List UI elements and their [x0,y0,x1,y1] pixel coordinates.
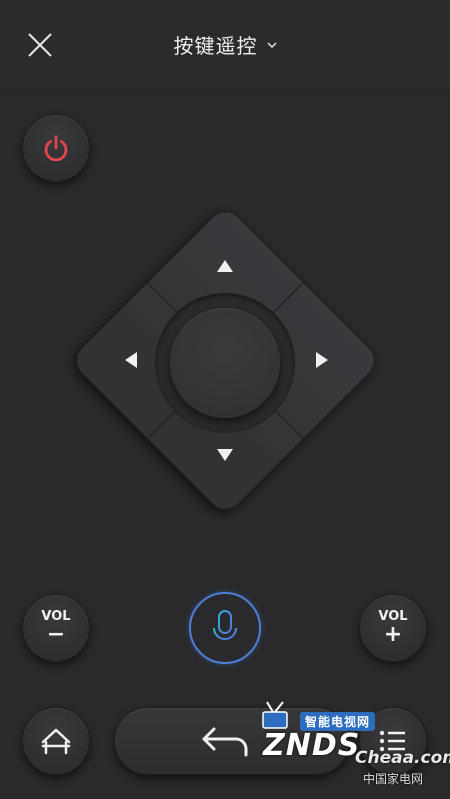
arrow-left-icon [125,352,137,368]
mode-selector[interactable]: 按键遥控 [0,30,450,59]
power-icon [44,135,68,162]
menu-icon [379,730,405,752]
direction-pad [63,198,388,523]
dpad-up-button[interactable] [175,218,275,298]
microphone-icon [213,610,237,644]
app-header: 按键遥控 [0,0,450,90]
page-title: 按键遥控 [173,34,258,58]
plus-icon: + [383,622,403,647]
back-arrow-icon [202,727,248,757]
menu-button[interactable] [359,707,427,775]
home-icon [41,728,71,755]
voice-button[interactable] [189,592,261,664]
ok-button[interactable] [170,308,280,418]
arrow-down-icon [217,449,233,461]
power-button[interactable] [22,114,90,182]
home-button[interactable] [22,707,90,775]
minus-icon: − [46,622,66,647]
dpad-left-button[interactable] [83,310,163,410]
dpad-down-button[interactable] [175,423,275,503]
volume-up-button[interactable]: VOL + [359,594,427,662]
arrow-right-icon [316,352,328,368]
dpad-right-button[interactable] [288,310,368,410]
chevron-down-icon [267,41,277,48]
arrow-up-icon [217,260,233,272]
volume-down-button[interactable]: VOL − [22,594,90,662]
